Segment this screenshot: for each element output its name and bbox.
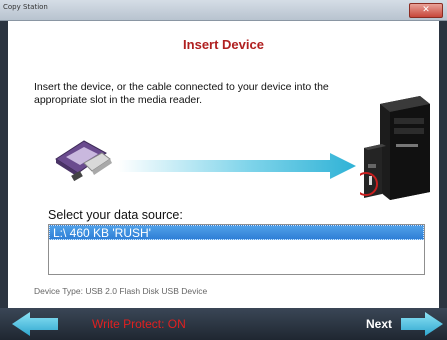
back-arrow-icon[interactable] — [12, 312, 58, 336]
device-type-text: Device Type: USB 2.0 Flash Disk USB Devi… — [34, 286, 208, 296]
next-arrow-icon[interactable] — [401, 312, 443, 336]
direction-arrow-icon — [118, 153, 356, 179]
footer-bar: Write Protect: ON Next — [0, 308, 447, 340]
close-button[interactable]: ✕ — [409, 3, 443, 18]
page-title: Insert Device — [183, 37, 264, 52]
data-source-list[interactable]: L:\ 460 KB 'RUSH' — [48, 224, 425, 275]
usb-drive-icon — [55, 140, 112, 182]
copy-station-device-icon — [360, 96, 430, 200]
main-panel: Insert Device Insert the device, or the … — [8, 21, 439, 308]
data-source-label: Select your data source: — [48, 208, 183, 222]
list-item[interactable]: L:\ 460 KB 'RUSH' — [49, 225, 424, 240]
window-titlebar: Copy Station ✕ — [0, 0, 447, 21]
instructions-text: Insert the device, or the cable connecte… — [34, 81, 329, 106]
write-protect-status: Write Protect: ON — [92, 317, 186, 331]
next-button[interactable]: Next — [366, 317, 392, 331]
window-title: Copy Station — [3, 3, 48, 11]
